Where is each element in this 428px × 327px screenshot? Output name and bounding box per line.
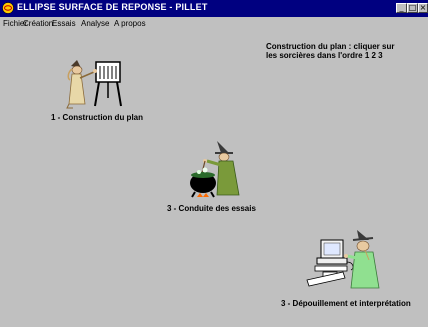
witch-board-icon[interactable] [63, 58, 125, 110]
main-area: Construction du plan : cliquer sur les s… [0, 31, 428, 327]
step-3-label[interactable]: 3 - Dépouillement et interprétation [281, 299, 411, 308]
app-icon [2, 2, 14, 14]
step-2-label[interactable]: 3 - Conduite des essais [167, 204, 256, 213]
witch-cauldron-icon[interactable] [187, 137, 243, 199]
step-1-label[interactable]: 1 - Construction du plan [51, 113, 143, 122]
minimize-button[interactable]: _ [396, 3, 407, 13]
menu-essais[interactable]: Essais [52, 19, 76, 28]
title-bar[interactable]: ELLIPSE SURFACE DE REPONSE - PILLET _ □ … [0, 0, 428, 17]
menu-a-propos[interactable]: A propos [114, 19, 146, 28]
witch-computer-icon[interactable] [303, 226, 393, 292]
instructions-text: Construction du plan : cliquer sur les s… [266, 42, 416, 60]
instructions-line-1: Construction du plan : cliquer sur [266, 42, 395, 51]
instructions-line-2: les sorcières dans l'ordre 1 2 3 [266, 51, 383, 60]
menu-bar: Fichier Création Essais Analyse A propos [0, 17, 428, 31]
application-window: ELLIPSE SURFACE DE REPONSE - PILLET _ □ … [0, 0, 428, 327]
menu-creation[interactable]: Création [23, 19, 53, 28]
maximize-button[interactable]: □ [407, 3, 418, 13]
menu-analyse[interactable]: Analyse [81, 19, 109, 28]
window-title: ELLIPSE SURFACE DE REPONSE - PILLET [17, 2, 208, 12]
close-button[interactable]: × [418, 3, 428, 13]
